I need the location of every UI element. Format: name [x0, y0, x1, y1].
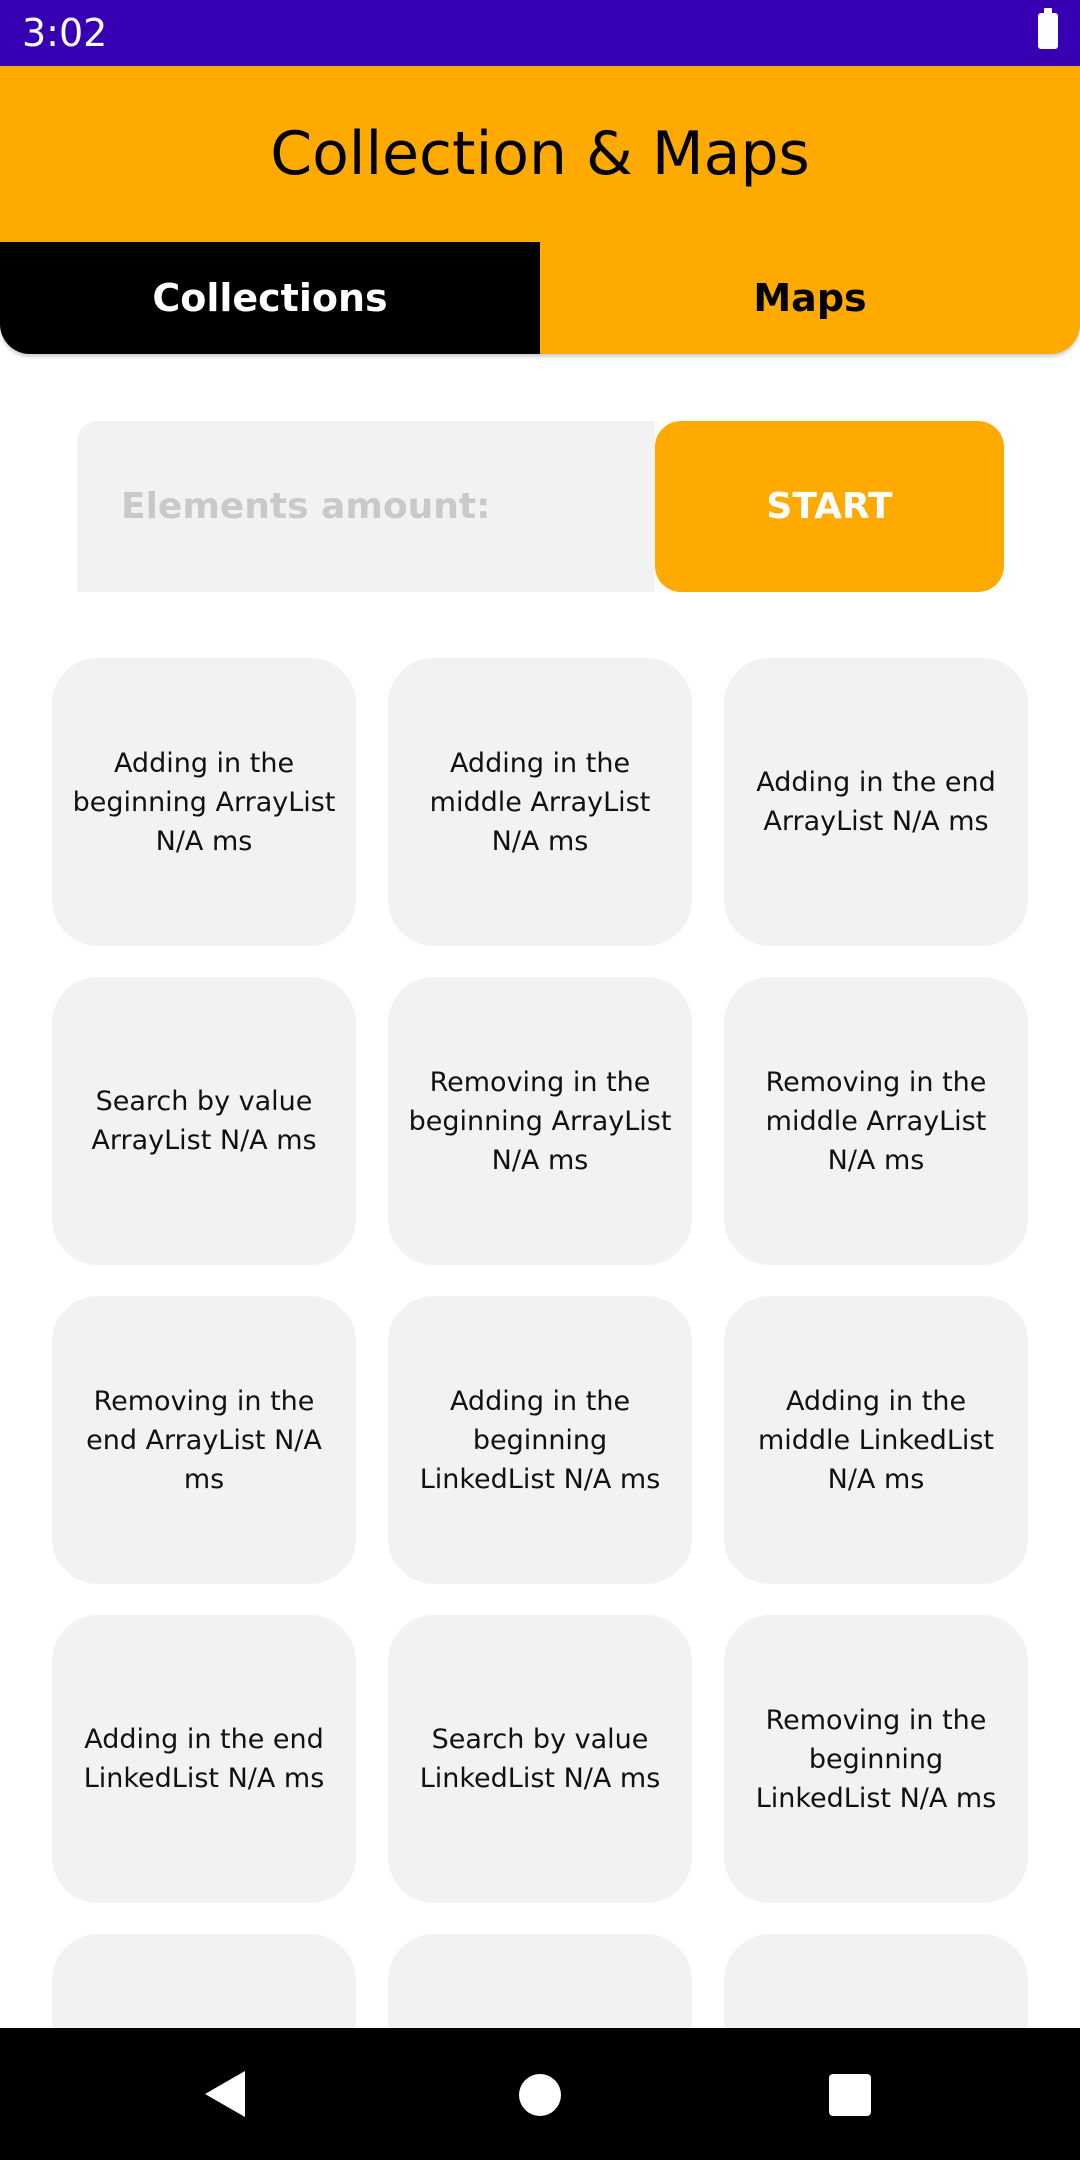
- result-card: Removing in the beginning LinkedList N/A…: [724, 1615, 1028, 1903]
- result-card-label: Adding in the beginning LinkedList N/A m…: [419, 1385, 661, 1495]
- result-card-label: Search by value LinkedList N/A ms: [419, 1724, 661, 1794]
- status-time: 3:02: [22, 11, 108, 55]
- result-card: Adding in the middle ArrayList N/A ms: [388, 658, 692, 946]
- result-card: Adding in the end LinkedList N/A ms: [52, 1615, 356, 1903]
- elements-amount-input[interactable]: [77, 421, 655, 592]
- result-card-label: Adding in the end LinkedList N/A ms: [83, 1724, 325, 1794]
- result-card-label: Adding in the middle LinkedList N/A ms: [757, 1385, 995, 1495]
- app-bar: Collection & Maps: [0, 66, 1080, 242]
- result-card: [724, 1934, 1028, 2028]
- result-card-label: Adding in the beginning ArrayList N/A ms: [72, 747, 336, 857]
- result-card: Removing in the end ArrayList N/A ms: [52, 1296, 356, 1584]
- status-bar: 3:02: [0, 0, 1080, 66]
- home-icon[interactable]: [519, 2074, 561, 2116]
- result-card: [52, 1934, 356, 2028]
- result-card: [388, 1934, 692, 2028]
- result-card-label: Adding in the end ArrayList N/A ms: [756, 767, 996, 837]
- tab-collections[interactable]: Collections: [0, 242, 540, 354]
- result-card: Adding in the end ArrayList N/A ms: [724, 658, 1028, 946]
- result-card: Search by value LinkedList N/A ms: [388, 1615, 692, 1903]
- result-card-label: Removing in the middle ArrayList N/A ms: [765, 1066, 987, 1176]
- results-grid: Adding in the beginning ArrayList N/A ms…: [52, 658, 1028, 2028]
- back-icon[interactable]: [205, 2071, 245, 2117]
- result-card: Removing in the beginning ArrayList N/A …: [388, 977, 692, 1265]
- result-card: Adding in the middle LinkedList N/A ms: [724, 1296, 1028, 1584]
- result-card-label: Removing in the beginning LinkedList N/A…: [755, 1704, 997, 1814]
- navigation-bar: [0, 2028, 1080, 2160]
- result-card-label: Adding in the middle ArrayList N/A ms: [429, 747, 651, 857]
- result-card: Adding in the beginning ArrayList N/A ms: [52, 658, 356, 946]
- result-card: Search by value ArrayList N/A ms: [52, 977, 356, 1265]
- start-button[interactable]: START: [655, 421, 1004, 592]
- result-card: Adding in the beginning LinkedList N/A m…: [388, 1296, 692, 1584]
- recents-icon[interactable]: [829, 2074, 871, 2116]
- battery-icon: [1038, 8, 1058, 49]
- result-card: Removing in the middle ArrayList N/A ms: [724, 977, 1028, 1265]
- tab-maps[interactable]: Maps: [540, 242, 1080, 354]
- result-card-label: Search by value ArrayList N/A ms: [91, 1086, 317, 1156]
- result-card-label: Removing in the beginning ArrayList N/A …: [408, 1066, 672, 1176]
- tab-bar: Collections Maps: [0, 242, 1080, 354]
- page-title: Collection & Maps: [270, 119, 810, 189]
- result-card-label: Removing in the end ArrayList N/A ms: [86, 1385, 322, 1495]
